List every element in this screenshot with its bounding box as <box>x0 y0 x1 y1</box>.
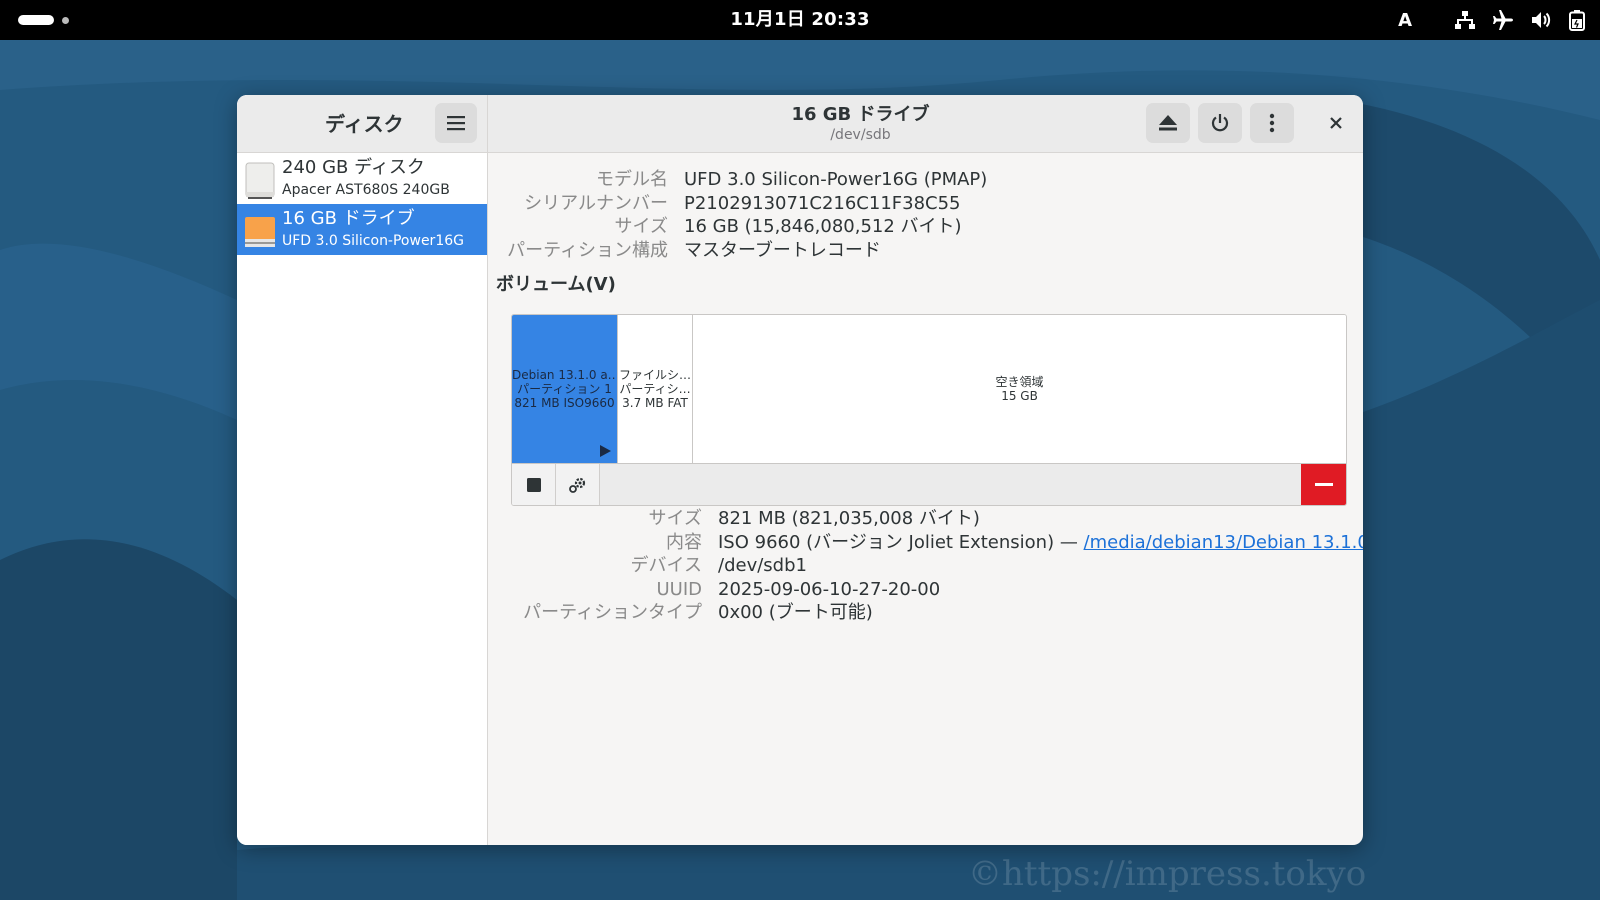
partition-info: サイズ 821 MB (821,035,008 バイト) 内容 ISO 9660 (… <box>488 507 1363 625</box>
sidebar-header: ディスク <box>237 95 487 153</box>
drive-menu-button[interactable] <box>1250 103 1294 143</box>
model-value: UFD 3.0 Silicon-Power16G (PMAP) <box>684 169 988 190</box>
system-tray[interactable]: A <box>1398 0 1586 40</box>
gears-icon <box>568 477 585 493</box>
hard-disk-icon <box>245 162 275 199</box>
power-icon <box>1211 114 1229 132</box>
usb-drive-icon <box>245 213 275 247</box>
partition-size-value: 821 MB (821,035,008 バイト) <box>718 508 980 529</box>
minus-icon <box>1314 483 1333 486</box>
eject-button[interactable] <box>1146 103 1190 143</box>
mount-point-link[interactable]: /media/debian13/Debian 13.1.0 a… <box>1084 532 1363 553</box>
volume-icon <box>1530 9 1552 31</box>
main-pane: 16 GB ドライブ /dev/sdb モデル名 UFD 3.0 Silicon-… <box>488 95 1363 845</box>
sidebar: ディスク 240 GB ディスク Apacer AST680S 240GB 16… <box>237 95 488 845</box>
model-label: モデル名 <box>596 169 668 190</box>
segment-type: パーティシ… <box>619 382 691 396</box>
uuid-label: UUID <box>656 578 702 600</box>
volumes-heading: ボリューム(V) <box>496 274 616 295</box>
volume-segments: Debian 13.1.0 a… パーティション 1 821 MB ISO966… <box>512 315 1346 463</box>
main-menu-button[interactable] <box>435 103 477 143</box>
contents-value: ISO 9660 (バージョン Joliet Extension) — <box>718 531 1084 553</box>
disk-item-240gb[interactable]: 240 GB ディスク Apacer AST680S 240GB <box>237 153 487 204</box>
segment-name: 空き領域 <box>995 375 1044 389</box>
disk-name: 240 GB ディスク <box>282 157 425 178</box>
hamburger-menu-icon <box>447 116 465 131</box>
close-window-button[interactable] <box>1315 103 1357 143</box>
watermark: ©https://impress.tokyo <box>968 854 1367 894</box>
contents-label: 内容 <box>666 531 702 553</box>
disk-item-16gb[interactable]: 16 GB ドライブ UFD 3.0 Silicon-Power16G <box>237 204 487 255</box>
power-off-button[interactable] <box>1198 103 1242 143</box>
volume-segment-partition-1[interactable]: Debian 13.1.0 a… パーティション 1 821 MB ISO966… <box>512 315 618 463</box>
sidebar-title: ディスク <box>325 112 404 136</box>
volume-segment-free-space[interactable]: 空き領域 15 GB <box>693 315 1346 463</box>
header-bar: 16 GB ドライブ /dev/sdb <box>488 95 1363 153</box>
segment-name: Debian 13.1.0 a… <box>512 368 617 382</box>
device-label: デバイス <box>630 555 702 576</box>
kebab-menu-icon <box>1269 113 1275 133</box>
segment-size: 3.7 MB FAT <box>622 396 688 410</box>
stop-icon <box>526 478 541 492</box>
network-wired-icon <box>1454 9 1476 31</box>
top-bar: 11月1日 20:33 A <box>0 0 1600 40</box>
volume-map: Debian 13.1.0 a… パーティション 1 821 MB ISO966… <box>511 314 1347 506</box>
device-value: /dev/sdb1 <box>718 555 807 576</box>
size-value: 16 GB (15,846,080,512 バイト) <box>684 216 962 237</box>
size-label: サイズ <box>614 216 668 237</box>
input-source-indicator[interactable]: A <box>1398 10 1412 31</box>
unmount-button[interactable] <box>512 464 556 505</box>
clock[interactable]: 11月1日 20:33 <box>0 0 1600 40</box>
partition-settings-button[interactable] <box>556 464 600 505</box>
serial-value: P2102913071C216C11F38C55 <box>684 192 961 214</box>
battery-charging-icon <box>1568 9 1586 31</box>
mounted-play-icon <box>600 445 611 457</box>
close-icon <box>1330 117 1342 129</box>
disk-name: 16 GB ドライブ <box>282 208 415 229</box>
partitioning-label: パーティション構成 <box>507 239 668 261</box>
disk-model: Apacer AST680S 240GB <box>282 182 450 198</box>
volume-segment-partition-2[interactable]: ファイルシ… パーティシ… 3.7 MB FAT <box>618 315 693 463</box>
partition-size-label: サイズ <box>648 508 702 529</box>
partition-type-value: 0x00 (ブート可能) <box>718 602 873 623</box>
delete-partition-button[interactable] <box>1301 464 1346 505</box>
eject-icon <box>1159 115 1177 131</box>
volume-toolbar <box>512 463 1346 505</box>
segment-size: 821 MB ISO9660 <box>514 396 615 410</box>
segment-type: パーティション 1 <box>517 382 612 396</box>
disk-model: UFD 3.0 Silicon-Power16G <box>282 233 464 249</box>
disks-window: ディスク 240 GB ディスク Apacer AST680S 240GB 16… <box>237 95 1363 845</box>
segment-size: 15 GB <box>1001 389 1038 403</box>
serial-label: シリアルナンバー <box>524 192 668 214</box>
airplane-mode-icon <box>1492 9 1514 31</box>
drive-info: モデル名 UFD 3.0 Silicon-Power16G (PMAP) シリアル… <box>488 168 987 262</box>
uuid-value: 2025-09-06-10-27-20-00 <box>718 578 941 600</box>
partition-type-label: パーティションタイプ <box>523 602 702 623</box>
segment-name: ファイルシ… <box>618 368 691 382</box>
partitioning-value: マスターブートレコード <box>684 239 881 261</box>
